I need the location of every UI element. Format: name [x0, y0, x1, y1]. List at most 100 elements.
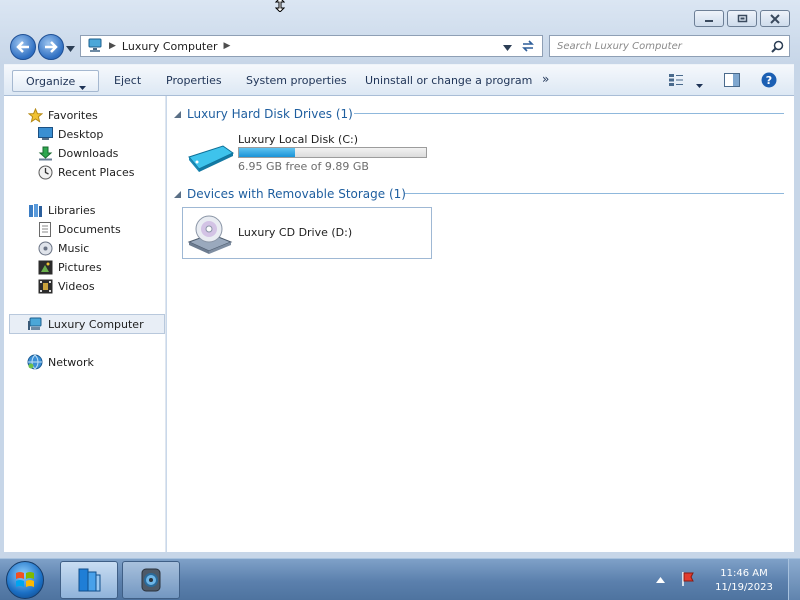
libraries-icon	[27, 202, 43, 218]
nav-music-label: Music	[58, 241, 90, 255]
group-header-removable[interactable]: Devices with Removable Storage (1)	[174, 186, 406, 202]
action-center-flag-icon[interactable]	[680, 571, 696, 590]
chevron-down-icon	[66, 46, 75, 52]
group-divider	[405, 193, 784, 194]
navigation-pane: Favorites Desktop Downloads Recent Place…	[4, 96, 166, 552]
taskbar: 11:46 AM 11/19/2023	[0, 558, 800, 600]
nav-desktop[interactable]: Desktop	[37, 125, 103, 143]
nav-favorites-label: Favorites	[48, 108, 98, 122]
taskbar-app-button[interactable]	[122, 561, 180, 599]
breadcrumb-location[interactable]: Luxury Computer	[122, 40, 218, 53]
taskbar-explorer-button[interactable]	[60, 561, 118, 599]
nav-computer-label: Luxury Computer	[48, 317, 144, 331]
nav-recent-places[interactable]: Recent Places	[37, 163, 135, 181]
forward-button[interactable]	[38, 34, 64, 60]
window-frame-right	[794, 64, 800, 558]
back-arrow-icon	[16, 41, 29, 53]
system-properties-button[interactable]: System properties	[246, 74, 347, 87]
downloads-icon	[37, 145, 53, 161]
drive-free-space: 6.95 GB free of 9.89 GB	[238, 160, 369, 173]
nav-libraries-label: Libraries	[48, 203, 96, 217]
disk-usage-bar	[238, 147, 427, 158]
drive-name: Luxury Local Disk (C:)	[238, 133, 359, 146]
recent-pages-button[interactable]	[66, 42, 75, 55]
nav-pictures-label: Pictures	[58, 260, 102, 274]
group-divider	[354, 113, 784, 114]
nav-downloads-label: Downloads	[58, 146, 119, 160]
help-icon[interactable]: ?	[761, 72, 777, 91]
collapse-triangle-icon[interactable]	[174, 187, 181, 201]
nav-network-label: Network	[48, 355, 94, 369]
refresh-icon[interactable]	[520, 39, 536, 56]
show-desktop-button[interactable]	[788, 559, 800, 600]
desktop-icon	[37, 126, 53, 142]
group-header-label: Devices with Removable Storage (1)	[187, 187, 406, 201]
documents-icon	[37, 221, 53, 237]
nav-videos-label: Videos	[58, 279, 95, 293]
back-button[interactable]	[10, 34, 36, 60]
nav-libraries[interactable]: Libraries	[27, 201, 96, 219]
drive-name: Luxury CD Drive (D:)	[238, 226, 353, 239]
nav-favorites[interactable]: Favorites	[27, 106, 98, 124]
nav-documents[interactable]: Documents	[37, 220, 121, 238]
collapse-triangle-icon[interactable]	[174, 107, 181, 121]
pictures-icon	[37, 259, 53, 275]
taskbar-clock[interactable]: 11:46 AM 11/19/2023	[704, 567, 784, 595]
breadcrumb-chevron-icon[interactable]: ▶	[109, 41, 116, 51]
forward-arrow-icon	[45, 41, 58, 53]
computer-icon	[87, 38, 103, 55]
cd-drive-item[interactable]: Luxury CD Drive (D:)	[182, 207, 432, 259]
nav-recent-places-label: Recent Places	[58, 165, 135, 179]
clock-date: 11/19/2023	[715, 582, 773, 593]
search-box[interactable]	[549, 35, 790, 57]
videos-icon	[37, 278, 53, 294]
nav-pictures[interactable]: Pictures	[37, 258, 102, 276]
app-icon	[141, 568, 161, 592]
address-bar[interactable]: ▶ Luxury Computer ▶	[80, 35, 543, 57]
cd-drive-icon	[187, 212, 233, 257]
music-icon	[37, 240, 53, 256]
restore-icon	[737, 14, 747, 23]
nav-computer[interactable]: Luxury Computer	[27, 315, 144, 333]
libraries-icon	[78, 568, 101, 592]
computer-icon	[27, 316, 43, 332]
show-hidden-icons-icon[interactable]	[656, 573, 665, 586]
close-icon	[770, 13, 780, 24]
nav-documents-label: Documents	[58, 222, 121, 236]
chevron-down-icon	[79, 80, 86, 93]
eject-button[interactable]: Eject	[114, 74, 141, 87]
view-options-dropdown-icon[interactable]	[696, 78, 703, 91]
search-icon[interactable]	[771, 40, 784, 56]
more-commands-button[interactable]: »	[542, 72, 549, 86]
group-header-hard-disks[interactable]: Luxury Hard Disk Drives (1)	[174, 106, 353, 122]
minimize-button[interactable]	[694, 10, 724, 27]
nav-videos[interactable]: Videos	[37, 277, 95, 295]
hard-disk-icon	[185, 143, 235, 176]
resize-cursor-icon	[274, 0, 286, 15]
organize-button[interactable]: Organize	[12, 70, 99, 92]
nav-downloads[interactable]: Downloads	[37, 144, 118, 162]
uninstall-program-button[interactable]: Uninstall or change a program	[365, 74, 532, 87]
group-header-label: Luxury Hard Disk Drives (1)	[187, 107, 353, 121]
svg-text:?: ?	[766, 74, 772, 87]
change-view-icon[interactable]	[668, 73, 684, 90]
content-pane: Luxury Hard Disk Drives (1) Luxury Local…	[167, 96, 794, 552]
windows-logo-icon	[16, 572, 34, 587]
start-button[interactable]	[6, 561, 44, 599]
nav-music[interactable]: Music	[37, 239, 89, 257]
disk-usage-fill	[239, 148, 295, 157]
nav-desktop-label: Desktop	[58, 127, 104, 141]
clock-time: 11:46 AM	[720, 568, 768, 579]
close-button[interactable]	[760, 10, 790, 27]
breadcrumb-chevron-icon[interactable]: ▶	[224, 41, 231, 51]
explorer-window: ▶ Luxury Computer ▶ Organize Eject Prope…	[0, 0, 800, 558]
search-input[interactable]	[550, 36, 760, 56]
properties-button[interactable]: Properties	[166, 74, 222, 87]
maximize-button[interactable]	[727, 10, 757, 27]
address-dropdown-icon[interactable]	[503, 41, 512, 54]
caption-buttons	[694, 10, 790, 27]
star-icon	[27, 107, 43, 123]
preview-pane-icon[interactable]	[724, 73, 740, 90]
organize-label: Organize	[26, 75, 76, 88]
nav-network[interactable]: Network	[27, 353, 94, 371]
